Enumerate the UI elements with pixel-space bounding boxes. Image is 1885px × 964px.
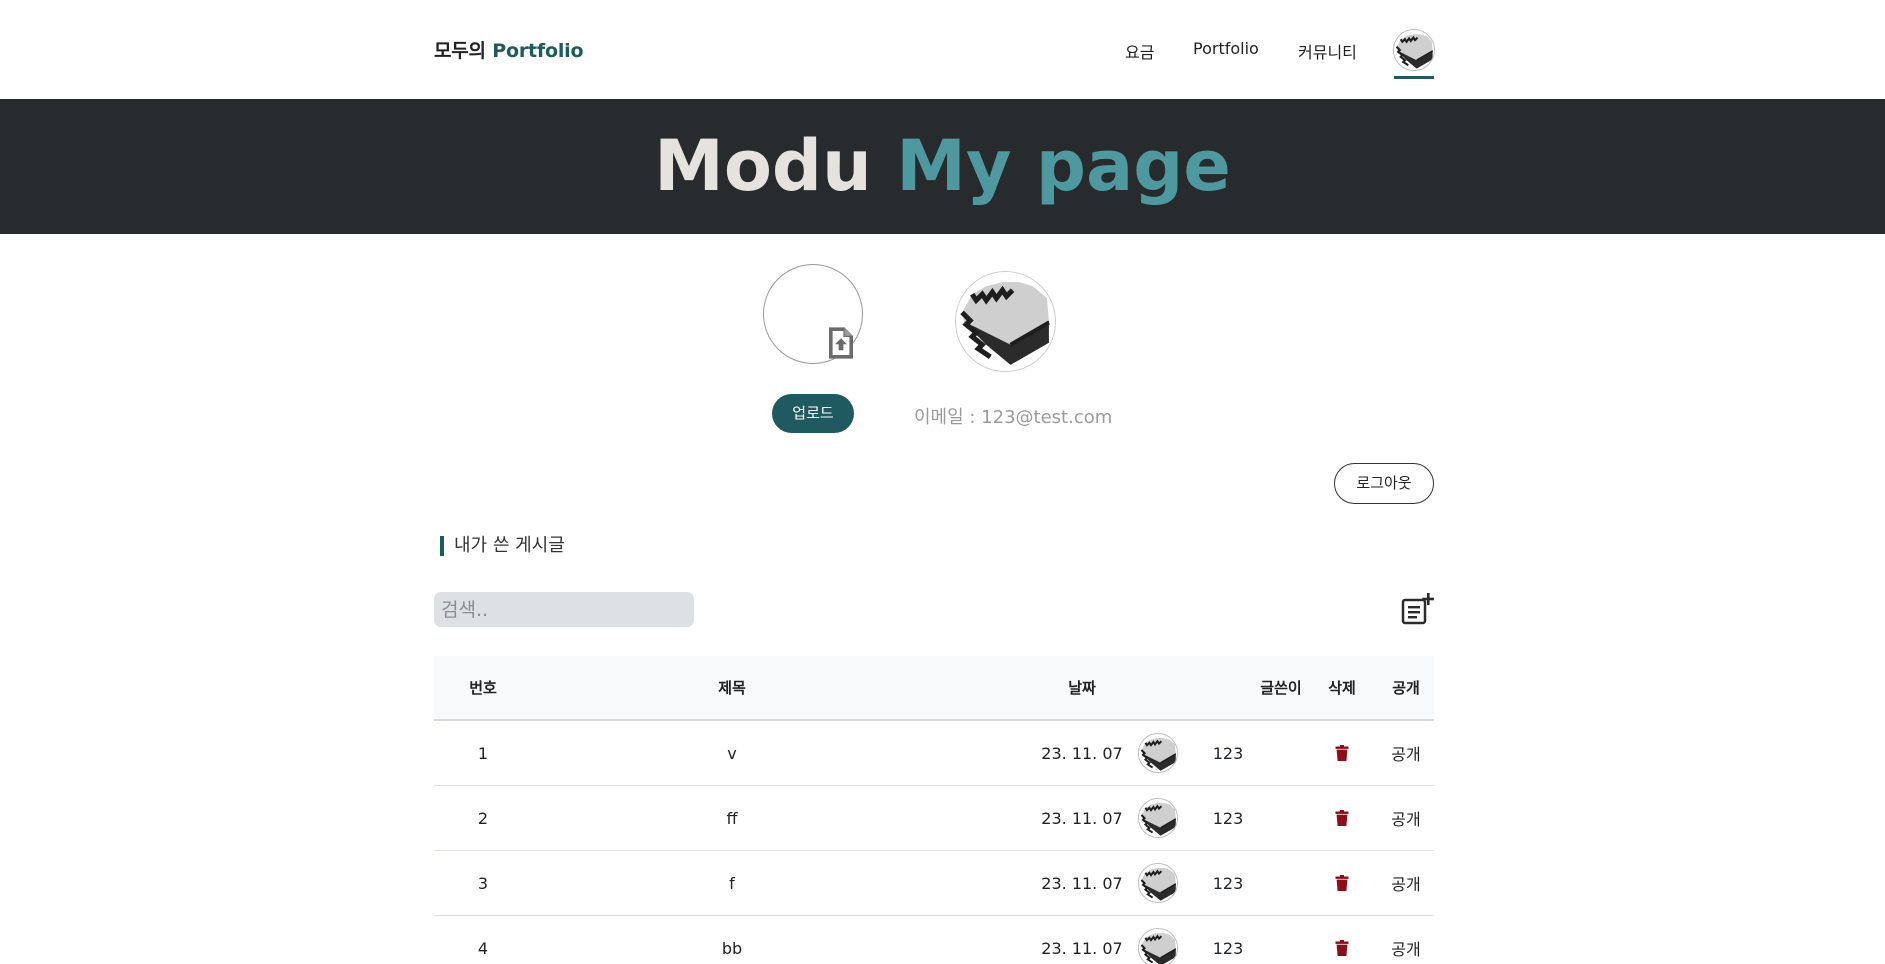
nav-avatar[interactable] — [1393, 29, 1435, 71]
row-title[interactable]: bb — [532, 916, 932, 964]
user-email: 이메일 : 123@test.com — [914, 407, 1113, 428]
row-date: 23. 11. 07 — [1041, 873, 1123, 893]
nav-link-community[interactable]: 커뮤니티 — [1298, 39, 1357, 63]
pixel-hand-cursor-icon — [1139, 734, 1178, 773]
header-visibility: 공개 — [1392, 679, 1420, 697]
author-avatar — [1138, 851, 1178, 915]
file-upload-icon[interactable] — [826, 325, 856, 361]
row-author: 123 — [1212, 873, 1244, 893]
brand-accent: Portfolio — [492, 40, 584, 62]
active-nav-indicator — [1394, 76, 1434, 79]
table-row[interactable]: 3 f 23. 11. 07 123 공개 — [434, 851, 1434, 916]
page-title-part1: Modu — [654, 125, 872, 207]
row-title[interactable]: v — [532, 721, 932, 785]
page-banner: Modu My page — [0, 99, 1885, 234]
author-avatar — [1138, 916, 1178, 964]
row-author: 123 — [1212, 743, 1244, 763]
row-title[interactable]: f — [532, 851, 932, 915]
section-title: 내가 쓴 게시글 — [440, 536, 565, 556]
delete-button[interactable] — [1304, 851, 1380, 915]
row-date: 23. 11. 07 — [1041, 808, 1123, 828]
delete-button[interactable] — [1304, 916, 1380, 964]
table-header: 번호 제목 날짜 글쓴이 삭제 공개 — [434, 656, 1434, 721]
header-number: 번호 — [469, 679, 497, 697]
brand-logo[interactable]: 모두의 Portfolio — [434, 36, 583, 63]
upload-button[interactable]: 업로드 — [772, 394, 854, 433]
pixel-hand-cursor-icon — [1139, 799, 1178, 838]
pixel-hand-cursor-icon — [956, 272, 1056, 372]
row-date: 23. 11. 07 — [1041, 743, 1123, 763]
row-number: 2 — [477, 808, 489, 828]
profile-avatar — [955, 271, 1056, 372]
row-author: 123 — [1212, 808, 1244, 828]
trash-icon — [1335, 745, 1349, 761]
row-visibility[interactable]: 공개 — [1378, 786, 1434, 850]
delete-button[interactable] — [1304, 721, 1380, 785]
posts-table: 번호 제목 날짜 글쓴이 삭제 공개 1 v 23. 11. 07 123 공개… — [434, 656, 1434, 964]
nav-link-pricing[interactable]: 요금 — [1125, 39, 1154, 63]
page-title-part2: My page — [896, 125, 1231, 207]
row-visibility[interactable]: 공개 — [1378, 721, 1434, 785]
top-navbar: 모두의 Portfolio 요금 Portfolio 커뮤니티 — [0, 0, 1885, 99]
author-avatar — [1138, 721, 1178, 785]
pixel-hand-cursor-icon — [1394, 30, 1435, 71]
row-number: 1 — [477, 743, 489, 763]
trash-icon — [1335, 810, 1349, 826]
row-visibility[interactable]: 공개 — [1378, 851, 1434, 915]
nav-link-portfolio[interactable]: Portfolio — [1193, 39, 1259, 58]
search-input[interactable] — [434, 592, 694, 627]
author-avatar — [1138, 786, 1178, 850]
post-add-icon[interactable] — [1400, 592, 1434, 626]
table-row[interactable]: 1 v 23. 11. 07 123 공개 — [434, 721, 1434, 786]
row-author: 123 — [1212, 938, 1244, 958]
logout-button[interactable]: 로그아웃 — [1334, 463, 1434, 504]
row-title[interactable]: ff — [532, 786, 932, 850]
header-delete: 삭제 — [1328, 679, 1356, 697]
row-visibility[interactable]: 공개 — [1378, 916, 1434, 964]
table-row[interactable]: 4 bb 23. 11. 07 123 공개 — [434, 916, 1434, 964]
row-date: 23. 11. 07 — [1041, 938, 1123, 958]
page-title: Modu My page — [0, 121, 1885, 211]
table-row[interactable]: 2 ff 23. 11. 07 123 공개 — [434, 786, 1434, 851]
row-number: 4 — [477, 938, 489, 958]
trash-icon — [1335, 940, 1349, 956]
row-number: 3 — [477, 873, 489, 893]
pixel-hand-cursor-icon — [1139, 864, 1178, 903]
delete-button[interactable] — [1304, 786, 1380, 850]
header-title: 제목 — [718, 679, 746, 697]
pixel-hand-cursor-icon — [1139, 929, 1178, 964]
trash-icon — [1335, 875, 1349, 891]
brand-prefix: 모두의 — [434, 40, 486, 62]
